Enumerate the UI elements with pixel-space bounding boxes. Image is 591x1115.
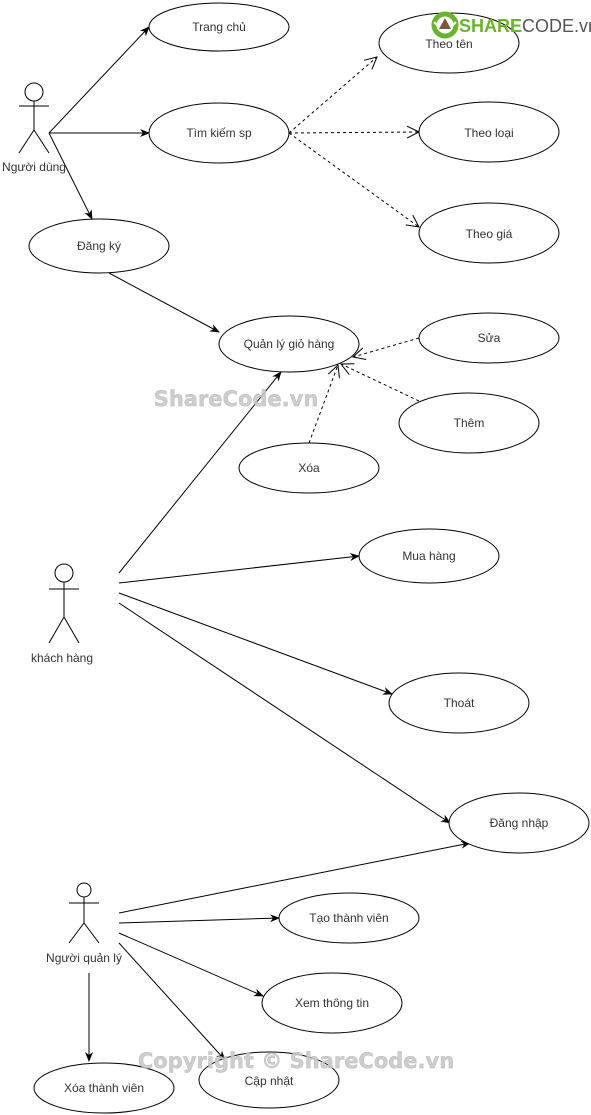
assoc-ql-xemtt (118, 932, 264, 997)
use-case-label: Quản lý giỏ hàng (244, 337, 335, 351)
use-case-label: Sửa (478, 331, 501, 345)
use-case-label: Đăng nhập (490, 816, 549, 830)
assoc-dangky-qlgh (108, 272, 220, 333)
ext-them-qlgh (341, 364, 420, 402)
actor-label: Người dùng (2, 160, 66, 174)
use-case-tim-kiem-sp[interactable]: Tìm kiếm sp (148, 102, 290, 164)
use-case-label: Theo giá (466, 227, 513, 241)
watermark-copyright: Copyright © ShareCode.vn (138, 1049, 454, 1073)
assoc-khach-muahang (118, 553, 360, 584)
actor-nguoi-quan-ly[interactable]: Người quản lý (46, 882, 122, 965)
assoc-user-dangky (48, 132, 93, 220)
assoc-ql-taotv (118, 914, 280, 924)
use-case-label: Xem thông tin (295, 996, 369, 1010)
ext-timkiem-theoten (288, 57, 377, 134)
use-case-xoa[interactable]: Xóa (238, 442, 380, 494)
ext-timkiem-theoloai (288, 132, 419, 133)
actor-nguoi-dung[interactable]: Người dùng (2, 82, 66, 174)
actor-head-icon (54, 563, 74, 583)
use-case-theo-loai[interactable]: Theo loại (418, 101, 560, 163)
actor-head-icon (76, 882, 92, 898)
use-case-diagram: Trang chủ Tìm kiếm sp Theo tên Theo loại… (2, 2, 591, 1114)
use-case-quan-ly-gio-hang[interactable]: Quản lý giỏ hàng (218, 315, 360, 373)
use-case-label: Thêm (454, 416, 485, 430)
logo-share-text: SHARE (459, 16, 522, 36)
use-case-label: Trang chủ (192, 20, 246, 34)
use-case-label: Mua hàng (402, 549, 455, 563)
svg-text:SHARECODE.vn: SHARECODE.vn (459, 16, 591, 36)
ext-sua-qlgh (353, 337, 420, 357)
use-case-xem-thong-tin[interactable]: Xem thông tin (261, 972, 403, 1034)
actor-head-icon (24, 82, 44, 102)
use-case-label: Theo loại (464, 126, 513, 140)
watermark-mid: ShareCode.vn (154, 387, 319, 411)
use-case-label: Theo tên (425, 37, 472, 51)
actor-khach-hang[interactable]: khách hàng (31, 563, 93, 665)
use-case-label: Xóa thành viên (64, 1081, 144, 1095)
use-case-label: Xóa (298, 461, 320, 475)
assoc-ql-capnhat (118, 942, 226, 1061)
use-case-tao-thanh-vien[interactable]: Tạo thành viên (278, 892, 420, 944)
assoc-user-trangchu (48, 26, 150, 134)
actor-label: khách hàng (31, 651, 93, 665)
use-case-label: Cập nhật (245, 1074, 294, 1088)
actor-label: Người quản lý (46, 951, 122, 965)
use-case-theo-gia[interactable]: Theo giá (418, 202, 560, 264)
use-case-dang-nhap[interactable]: Đăng nhập (448, 792, 590, 854)
use-case-dang-ky[interactable]: Đăng ký (28, 218, 170, 274)
use-case-label: Tìm kiếm sp (186, 126, 252, 140)
assoc-khach-thoat (118, 592, 393, 695)
use-case-them[interactable]: Thêm (398, 392, 540, 454)
use-case-sua[interactable]: Sửa (418, 312, 560, 364)
use-case-label: Tạo thành viên (309, 911, 388, 925)
use-case-label: Thoát (444, 696, 475, 710)
use-case-thoat[interactable]: Thoát (388, 672, 530, 734)
use-case-mua-hang[interactable]: Mua hàng (358, 528, 500, 584)
logo-code-text: CODE.vn (522, 16, 591, 36)
use-case-trang-chu[interactable]: Trang chủ (148, 2, 290, 52)
use-cases-layer: Trang chủ Tìm kiếm sp Theo tên Theo loại… (28, 2, 590, 1114)
ext-timkiem-theogia (288, 132, 419, 227)
use-case-label: Đăng ký (77, 239, 121, 253)
